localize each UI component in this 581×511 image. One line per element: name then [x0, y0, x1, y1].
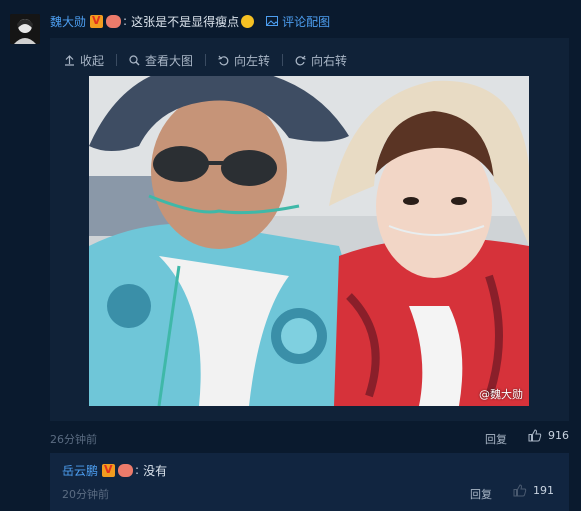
reply-item: 岳云鹏 : 没有 20分钟前 回复 191 [50, 453, 569, 511]
avatar-image [10, 14, 40, 44]
image-icon [266, 16, 279, 26]
image-toolbar: 收起 查看大图 向左转 向右转 [64, 50, 347, 70]
toolbar-divider [282, 54, 284, 66]
arrow-up-icon [65, 54, 74, 66]
view-large-label: 查看大图 [145, 53, 194, 68]
view-comment-image-label: 评论配图 [282, 14, 331, 29]
collapse-button[interactable]: 收起 [64, 52, 104, 69]
view-large-button[interactable]: 查看大图 [129, 52, 193, 69]
verified-badge-icon [102, 463, 116, 477]
comment-photo[interactable]: @魏大勋 [89, 76, 529, 406]
verified-badge-icon [90, 14, 104, 28]
comment-thread: 魏大勋 : 这张是不是显得瘦点 评论配图 收起 [0, 0, 581, 511]
like-button[interactable]: 916 [528, 429, 569, 442]
image-panel: 收起 查看大图 向左转 向右转 @魏大勋 [50, 38, 569, 421]
toolbar-divider [205, 54, 207, 66]
reply-username[interactable]: 岳云鹏 [62, 462, 98, 479]
comment-timestamp: 26分钟前 [50, 433, 97, 446]
comment-username[interactable]: 魏大勋 [50, 13, 86, 30]
reply-like-count: 191 [533, 484, 554, 497]
collapse-label: 收起 [80, 53, 105, 68]
rotate-right-icon [295, 55, 306, 65]
rotate-left-icon [218, 55, 229, 65]
rotate-left-label: 向左转 [234, 53, 271, 68]
reply-timestamp: 20分钟前 [62, 488, 109, 501]
comment-header: 魏大勋 : 这张是不是显得瘦点 评论配图 [50, 12, 330, 30]
comment-meta: 26分钟前 回复 916 [50, 428, 569, 448]
colon-separator: : [135, 463, 140, 477]
thumbs-up-icon [513, 484, 527, 497]
rotate-right-button[interactable]: 向右转 [295, 52, 347, 69]
toolbar-divider [116, 54, 118, 66]
thumbs-up-icon [528, 429, 542, 442]
photo-illustration [89, 76, 529, 406]
medal-badge-icon [118, 463, 134, 477]
like-count: 916 [548, 429, 569, 442]
medal-badge-icon [106, 14, 122, 28]
avatar[interactable] [10, 14, 40, 44]
emoji-icon [241, 14, 255, 28]
rotate-right-label: 向右转 [311, 53, 348, 68]
rotate-left-button[interactable]: 向左转 [218, 52, 270, 69]
photo-watermark: @魏大勋 [479, 388, 523, 401]
colon-separator: : [123, 14, 128, 28]
reply-like-button[interactable]: 191 [513, 484, 554, 497]
view-comment-image-link[interactable]: 评论配图 [266, 13, 330, 30]
reply-button[interactable]: 回复 [485, 431, 507, 447]
reply-text: 没有 [143, 463, 168, 478]
reply-meta: 20分钟前 回复 191 [62, 484, 569, 502]
reply-header: 岳云鹏 : 没有 [62, 461, 167, 479]
reply-reply-button[interactable]: 回复 [470, 486, 492, 502]
comment-text: 这张是不是显得瘦点 [131, 14, 240, 29]
search-icon [129, 54, 140, 65]
